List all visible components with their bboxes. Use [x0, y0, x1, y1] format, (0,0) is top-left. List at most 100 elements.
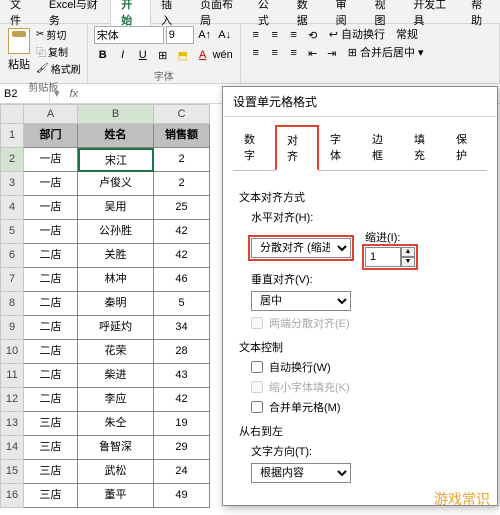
increase-font-icon[interactable]: A↑ [196, 26, 214, 44]
fill-color-button[interactable]: ⬒ [174, 46, 192, 64]
cell[interactable]: 二店 [24, 316, 78, 340]
wrap-checkbox[interactable] [251, 361, 263, 373]
cell[interactable]: 三店 [24, 484, 78, 508]
cell[interactable]: 28 [154, 340, 210, 364]
name-box[interactable]: B2 [0, 86, 50, 102]
row-header[interactable]: 11 [0, 364, 24, 388]
row-header[interactable]: 12 [0, 388, 24, 412]
row-header[interactable]: 9 [0, 316, 24, 340]
cell[interactable]: 秦明 [78, 292, 154, 316]
cell[interactable]: 29 [154, 436, 210, 460]
row-header[interactable]: 7 [0, 268, 24, 292]
cell[interactable]: 42 [154, 388, 210, 412]
name-box-dropdown-icon[interactable]: ▾ [50, 87, 64, 100]
select-all-corner[interactable] [0, 104, 24, 124]
merge-button[interactable]: ⊞ 合并后居中 ▾ [348, 44, 424, 62]
bold-button[interactable]: B [94, 46, 112, 64]
number-format[interactable]: 常规 [396, 26, 418, 44]
indent-up-icon[interactable]: ▲ [401, 247, 415, 257]
row-header[interactable]: 8 [0, 292, 24, 316]
cell[interactable]: 2 [154, 148, 210, 172]
format-painter-button[interactable]: 🖌格式刷 [36, 60, 81, 77]
wrap-text-button[interactable]: ↩ 自动换行 [329, 26, 385, 44]
cell[interactable]: 鲁智深 [78, 436, 154, 460]
tab-font[interactable]: 字体 [319, 125, 361, 170]
cell[interactable]: 李应 [78, 388, 154, 412]
cell[interactable]: 49 [154, 484, 210, 508]
cell[interactable]: 二店 [24, 340, 78, 364]
row-header[interactable]: 13 [0, 412, 24, 436]
cell[interactable]: 朱仝 [78, 412, 154, 436]
cell[interactable]: 25 [154, 196, 210, 220]
row-header[interactable]: 15 [0, 460, 24, 484]
tab-protect[interactable]: 保护 [445, 125, 487, 170]
tab-alignment[interactable]: 对齐 [275, 125, 319, 171]
cell[interactable]: 三店 [24, 436, 78, 460]
cell[interactable]: 宋江 [78, 148, 154, 172]
cell[interactable]: 二店 [24, 388, 78, 412]
align-center-icon[interactable]: ≡ [266, 44, 284, 62]
cell[interactable]: 林冲 [78, 268, 154, 292]
cell[interactable]: 花荣 [78, 340, 154, 364]
decrease-font-icon[interactable]: A↓ [216, 26, 234, 44]
row-header[interactable]: 2 [0, 148, 24, 172]
align-bottom-icon[interactable]: ≡ [285, 26, 303, 44]
row-header[interactable]: 4 [0, 196, 24, 220]
align-top-icon[interactable]: ≡ [247, 26, 265, 44]
cell[interactable]: 吴用 [78, 196, 154, 220]
row-header[interactable]: 3 [0, 172, 24, 196]
row-header[interactable]: 6 [0, 244, 24, 268]
indent-decrease-icon[interactable]: ⇤ [304, 44, 322, 62]
copy-button[interactable]: ⿻复制 [36, 43, 81, 60]
cell[interactable]: 5 [154, 292, 210, 316]
align-middle-icon[interactable]: ≡ [266, 26, 284, 44]
fx-icon[interactable]: fx [64, 88, 85, 100]
cell[interactable]: 销售额 [154, 124, 210, 148]
phonetic-button[interactable]: wén [214, 46, 232, 64]
font-color-button[interactable]: A [194, 46, 212, 64]
underline-button[interactable]: U [134, 46, 152, 64]
cell[interactable]: 一店 [24, 220, 78, 244]
indent-increase-icon[interactable]: ⇥ [323, 44, 341, 62]
cut-button[interactable]: ✂剪切 [36, 26, 81, 43]
cell[interactable]: 二店 [24, 292, 78, 316]
cell[interactable]: 姓名 [78, 124, 154, 148]
indent-spinner[interactable]: ▲▼ [365, 247, 415, 267]
tab-border[interactable]: 边框 [361, 125, 403, 170]
indent-down-icon[interactable]: ▼ [401, 257, 415, 267]
paste-button[interactable]: 粘贴 [6, 26, 32, 74]
cell[interactable]: 43 [154, 364, 210, 388]
cell[interactable]: 二店 [24, 244, 78, 268]
border-button[interactable]: ⊞ [154, 46, 172, 64]
cell[interactable]: 武松 [78, 460, 154, 484]
col-header-b[interactable]: B [78, 104, 154, 124]
cell[interactable]: 42 [154, 220, 210, 244]
cell[interactable]: 关胜 [78, 244, 154, 268]
tab-number[interactable]: 数字 [233, 125, 275, 170]
cell[interactable]: 董平 [78, 484, 154, 508]
cell[interactable]: 一店 [24, 172, 78, 196]
cell[interactable]: 2 [154, 172, 210, 196]
cell[interactable]: 一店 [24, 148, 78, 172]
col-header-a[interactable]: A [24, 104, 78, 124]
font-size-select[interactable] [166, 26, 194, 44]
cell[interactable]: 42 [154, 244, 210, 268]
col-header-c[interactable]: C [154, 104, 210, 124]
cell[interactable]: 34 [154, 316, 210, 340]
row-header[interactable]: 14 [0, 436, 24, 460]
merge-checkbox[interactable] [251, 401, 263, 413]
row-header[interactable]: 1 [0, 124, 24, 148]
cell[interactable]: 一店 [24, 196, 78, 220]
cell[interactable]: 三店 [24, 460, 78, 484]
h-align-select[interactable]: 分散对齐 (缩进) [251, 238, 351, 258]
font-name-select[interactable] [94, 26, 164, 44]
cell[interactable]: 部门 [24, 124, 78, 148]
cell[interactable]: 二店 [24, 364, 78, 388]
cell[interactable]: 卢俊义 [78, 172, 154, 196]
cell[interactable]: 24 [154, 460, 210, 484]
text-direction-select[interactable]: 根据内容 [251, 463, 351, 483]
cell[interactable]: 三店 [24, 412, 78, 436]
cell[interactable]: 公孙胜 [78, 220, 154, 244]
v-align-select[interactable]: 居中 [251, 291, 351, 311]
row-header[interactable]: 16 [0, 484, 24, 508]
